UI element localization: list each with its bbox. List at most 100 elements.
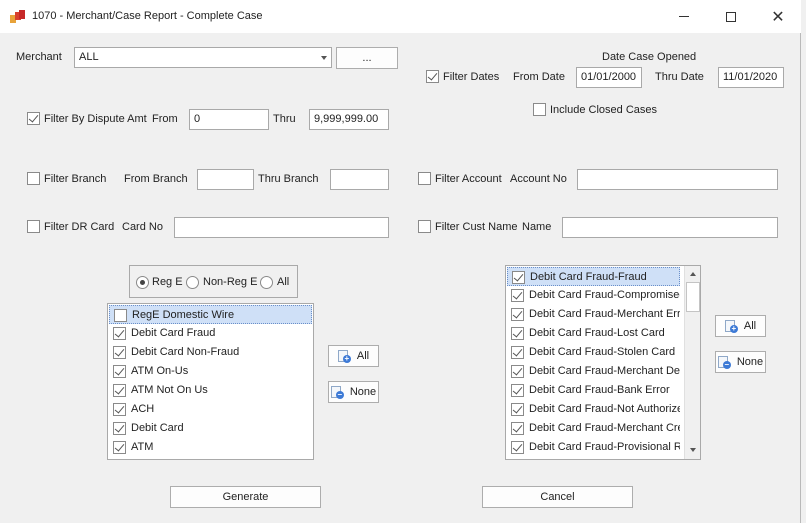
list-item[interactable]: ACH <box>109 400 312 419</box>
list-item-checkbox[interactable] <box>114 309 127 322</box>
close-icon: ✕ <box>771 6 785 26</box>
list-item[interactable]: ATM On-Us <box>109 362 312 381</box>
filter-cust-name-checkbox[interactable] <box>418 220 431 233</box>
from-branch-label: From Branch <box>124 173 188 185</box>
list-item-checkbox[interactable] <box>511 441 524 454</box>
card-no-label: Card No <box>122 221 163 233</box>
list-item-checkbox[interactable] <box>512 271 525 284</box>
case-type-all-button[interactable]: + All <box>328 345 379 367</box>
card-no-field[interactable] <box>174 217 389 238</box>
list-item-checkbox[interactable] <box>113 403 126 416</box>
thru-date-field[interactable]: 11/01/2020 <box>718 67 784 88</box>
include-closed-label: Include Closed Cases <box>550 104 658 116</box>
maximize-button[interactable] <box>708 0 754 33</box>
reason-list-scrollbar[interactable] <box>684 266 700 459</box>
list-item[interactable]: Debit Card Fraud-Lost Card <box>507 324 680 343</box>
thru-branch-field[interactable] <box>330 169 389 190</box>
reg-e-radio[interactable] <box>136 276 149 289</box>
list-item-checkbox[interactable] <box>511 346 524 359</box>
filter-account-checkbox[interactable] <box>418 172 431 185</box>
merchant-label: Merchant <box>16 51 62 63</box>
scroll-thumb[interactable] <box>686 282 700 312</box>
account-no-field[interactable] <box>577 169 778 190</box>
filter-cust-name-label: Filter Cust Name <box>435 221 518 233</box>
merchant-value: ALL <box>79 51 99 63</box>
case-type-none-button[interactable]: – None <box>328 381 379 403</box>
list-item-label: Debit Card Fraud <box>131 327 216 339</box>
from-date-field[interactable]: 01/01/2000 <box>576 67 642 88</box>
list-item[interactable]: Debit Card Fraud-Fraud <box>507 267 680 286</box>
list-item[interactable]: ATM Not On Us <box>109 381 312 400</box>
list-item-checkbox[interactable] <box>511 365 524 378</box>
minimize-button[interactable] <box>661 0 707 33</box>
list-item[interactable]: Debit Card Fraud-Merchant Cre <box>507 419 680 438</box>
select-none-icon: – <box>717 355 731 369</box>
chevron-down-icon <box>690 448 696 452</box>
list-item-checkbox[interactable] <box>113 422 126 435</box>
list-item-checkbox[interactable] <box>511 422 524 435</box>
list-item-checkbox[interactable] <box>511 327 524 340</box>
case-type-list[interactable]: RegE Domestic Wire Debit Card Fraud Debi… <box>107 303 314 460</box>
maximize-icon <box>726 11 736 22</box>
list-item[interactable]: Debit Card Fraud-Merchant Erro <box>507 305 680 324</box>
non-reg-e-radio[interactable] <box>186 276 199 289</box>
list-item[interactable]: Debit Card Fraud <box>109 324 312 343</box>
list-item-checkbox[interactable] <box>511 308 524 321</box>
list-item-label: Debit Card Fraud-Fraud <box>530 271 647 283</box>
thru-date-label: Thru Date <box>655 71 704 83</box>
list-item-checkbox[interactable] <box>113 365 126 378</box>
list-item-checkbox[interactable] <box>113 327 126 340</box>
list-item-label: ATM <box>131 441 154 453</box>
filter-dr-card-checkbox[interactable] <box>27 220 40 233</box>
list-item[interactable]: ATM <box>109 438 312 457</box>
list-item-checkbox[interactable] <box>511 403 524 416</box>
dispute-from-label: From <box>152 113 178 125</box>
merchant-combo[interactable]: ALL <box>74 47 332 68</box>
cancel-button[interactable]: Cancel <box>482 486 633 508</box>
list-item-label: Debit Card Fraud-Not Authorize <box>529 403 680 415</box>
list-item[interactable]: Debit Card Fraud-Stolen Card <box>507 343 680 362</box>
merchant-browse-button[interactable]: ... <box>336 47 398 69</box>
filter-dispute-checkbox[interactable] <box>27 112 40 125</box>
list-item-checkbox[interactable] <box>113 441 126 454</box>
reason-none-button[interactable]: – None <box>715 351 766 373</box>
dispute-thru-field[interactable]: 9,999,999.00 <box>309 109 389 130</box>
list-item-checkbox[interactable] <box>511 384 524 397</box>
scroll-down-arrow[interactable] <box>685 443 700 457</box>
list-item-checkbox[interactable] <box>113 346 126 359</box>
dispute-from-field[interactable]: 0 <box>189 109 269 130</box>
cust-name-field[interactable] <box>562 217 778 238</box>
window-title: 1070 - Merchant/Case Report - Complete C… <box>32 10 263 22</box>
scroll-up-arrow[interactable] <box>685 267 700 281</box>
list-item[interactable]: Debit Card Fraud-Merchant Den <box>507 362 680 381</box>
filter-dr-card-label: Filter DR Card <box>44 221 115 233</box>
list-item[interactable]: Debit Card Non-Fraud <box>109 343 312 362</box>
name-label: Name <box>522 221 552 233</box>
list-item[interactable]: Debit Card <box>109 419 312 438</box>
include-closed-checkbox[interactable] <box>533 103 546 116</box>
list-item-label: ACH <box>131 403 155 415</box>
list-item-label: Debit Card Fraud-Stolen Card <box>529 346 676 358</box>
list-item[interactable]: Debit Card Fraud-Bank Error <box>507 381 680 400</box>
list-item-checkbox[interactable] <box>511 289 524 302</box>
list-item[interactable]: Debit Card Fraud-Compromised <box>507 286 680 305</box>
all-reg-radio[interactable] <box>260 276 273 289</box>
from-branch-field[interactable] <box>197 169 254 190</box>
reg-e-label: Reg E <box>152 276 183 288</box>
reason-list[interactable]: Debit Card Fraud-Fraud Debit Card Fraud-… <box>505 265 701 460</box>
list-item-label: Debit Card Fraud-Lost Card <box>529 327 665 339</box>
list-item[interactable]: Debit Card Fraud-Provisional Re <box>507 438 680 457</box>
filter-dates-label: Filter Dates <box>443 71 500 83</box>
list-item[interactable]: RegE Domestic Wire <box>109 305 312 324</box>
dispute-thru-label: Thru <box>273 113 296 125</box>
filter-branch-checkbox[interactable] <box>27 172 40 185</box>
report-dialog: 1070 - Merchant/Case Report - Complete C… <box>0 0 801 523</box>
app-icon <box>10 10 26 24</box>
generate-button[interactable]: Generate <box>170 486 321 508</box>
filter-dates-checkbox[interactable] <box>426 70 439 83</box>
reason-all-button[interactable]: + All <box>715 315 766 337</box>
list-item-label: Debit Card <box>131 422 184 434</box>
list-item[interactable]: Debit Card Fraud-Not Authorize <box>507 400 680 419</box>
list-item-checkbox[interactable] <box>113 384 126 397</box>
close-button[interactable]: ✕ <box>755 0 801 33</box>
